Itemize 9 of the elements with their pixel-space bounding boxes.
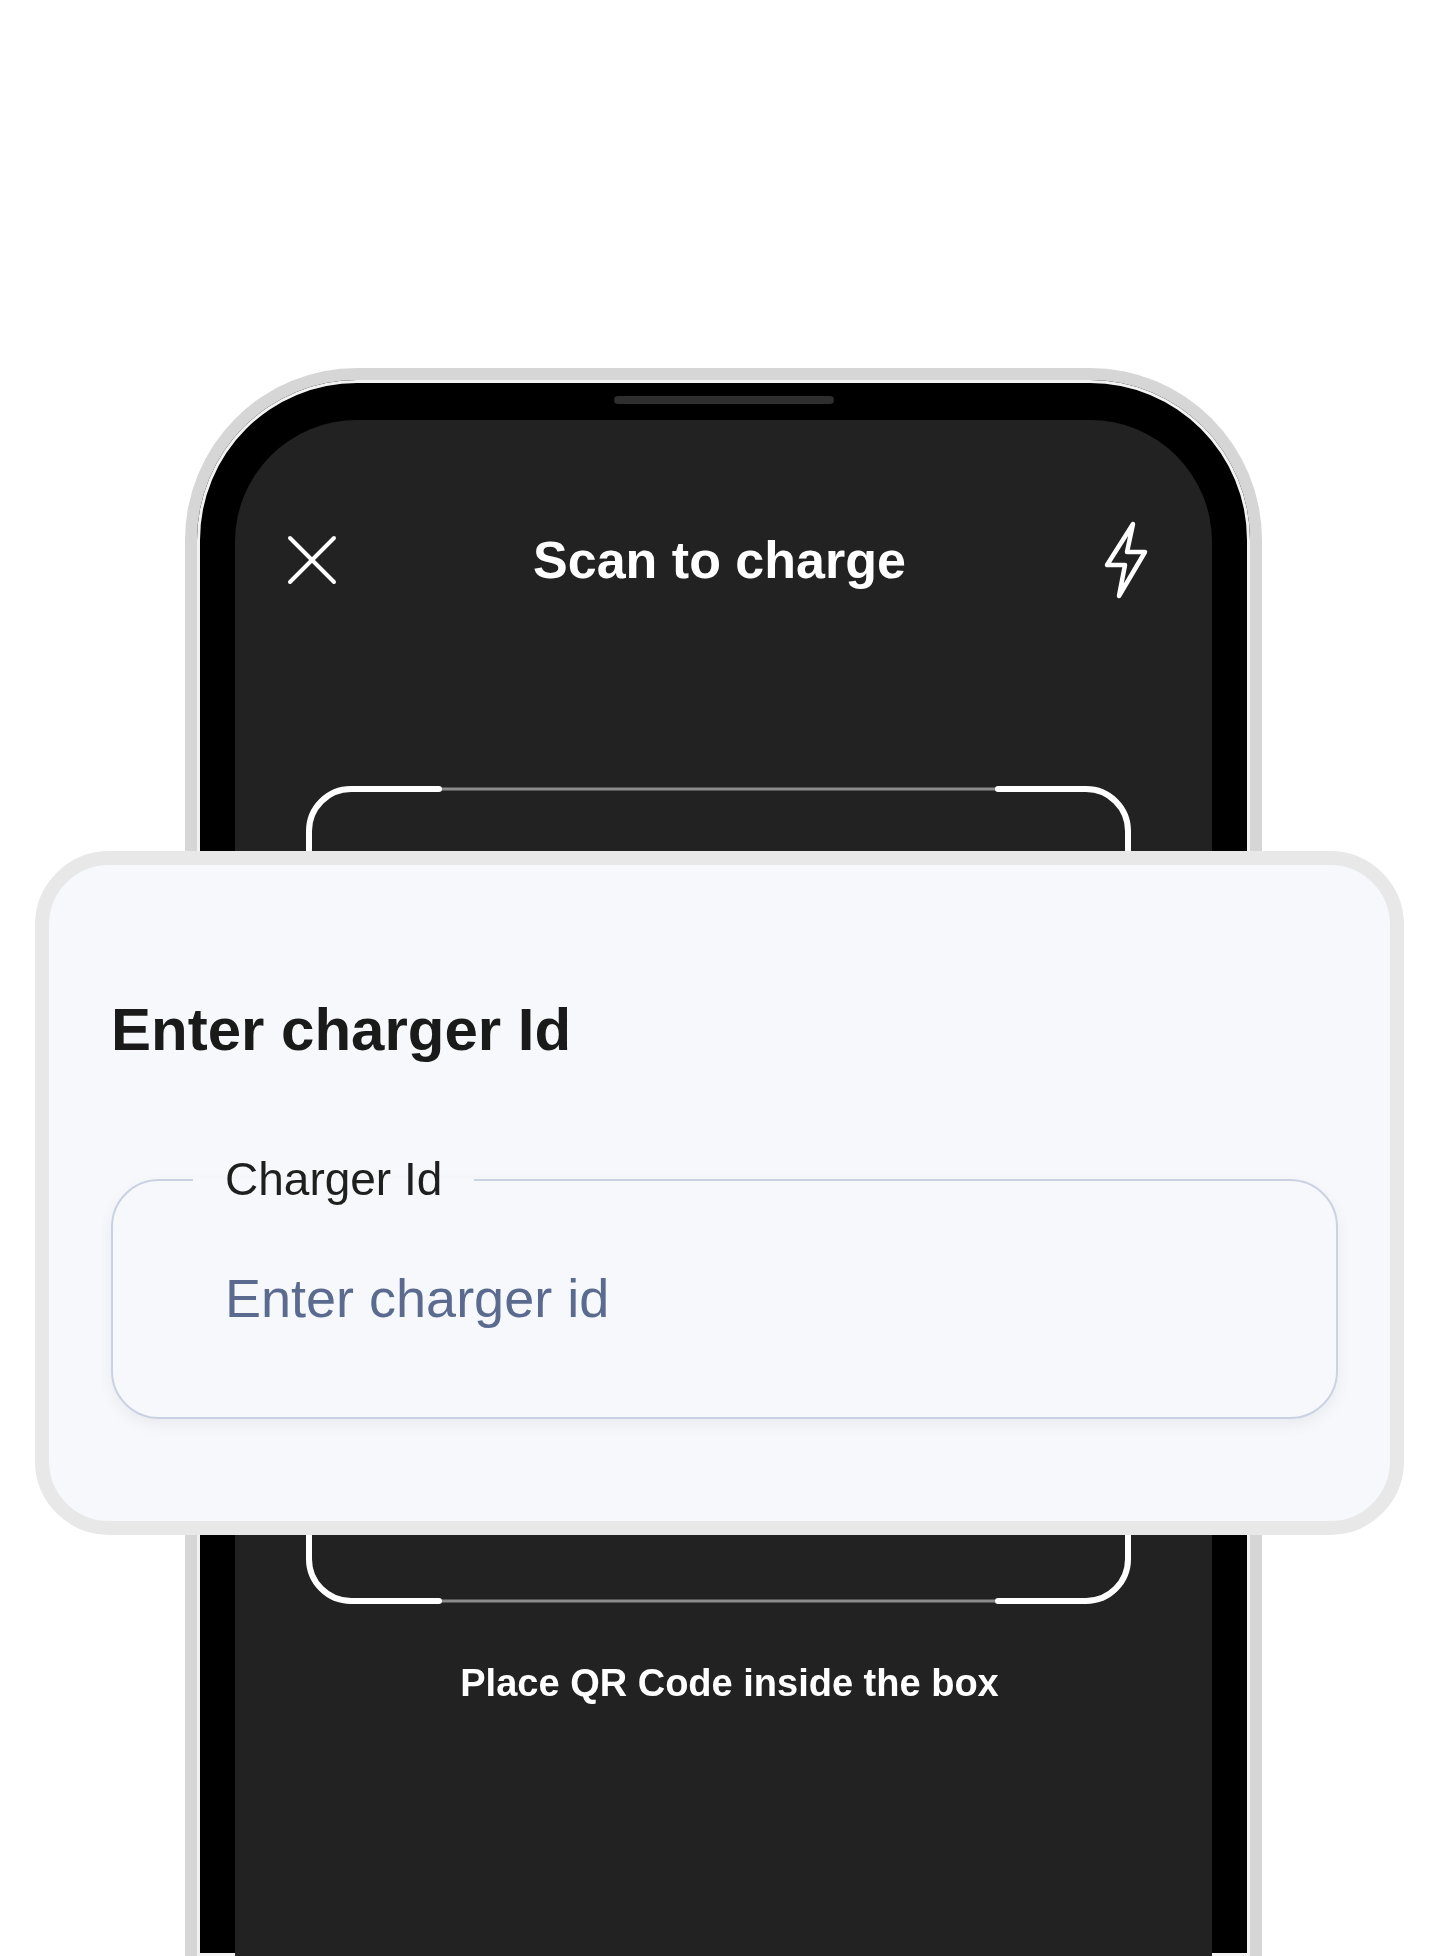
dialog-title: Enter charger Id — [111, 995, 572, 1065]
charger-id-input[interactable]: Enter charger id — [113, 1207, 1336, 1389]
field-label: Charger Id — [224, 1152, 444, 1207]
close-button[interactable] — [287, 535, 337, 585]
flash-button[interactable] — [1102, 521, 1150, 599]
lightning-icon — [1102, 521, 1150, 599]
scan-hint: Place QR Code inside the box — [460, 1661, 999, 1706]
close-icon — [287, 535, 337, 585]
screen-title: Scan to charge — [533, 530, 906, 591]
